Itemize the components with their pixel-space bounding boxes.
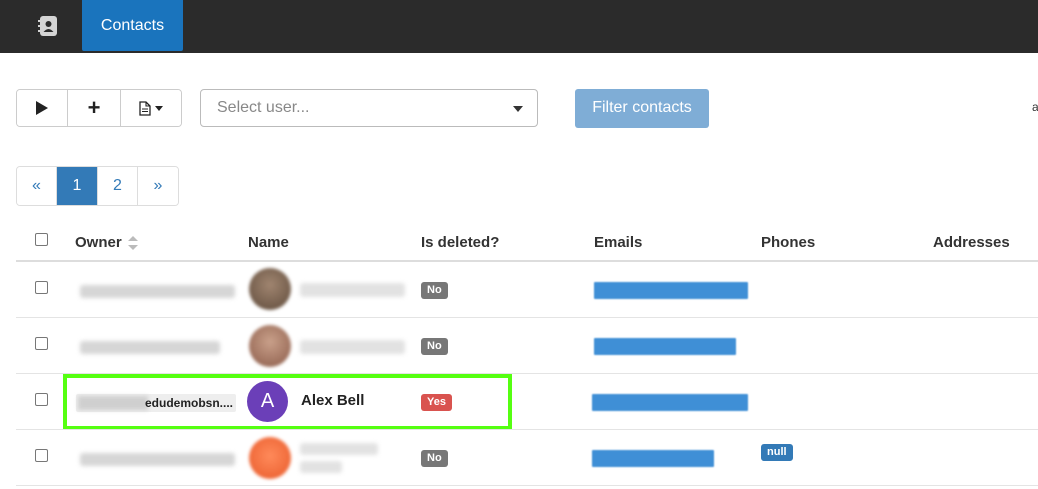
- name-redacted[interactable]: [300, 443, 378, 455]
- pagination: « 1 2 »: [16, 166, 179, 206]
- column-header-name: Name: [248, 234, 289, 251]
- email-redacted[interactable]: [592, 394, 748, 411]
- action-button-group: +: [16, 89, 182, 127]
- name-redacted[interactable]: [300, 283, 405, 297]
- row-checkbox[interactable]: [35, 393, 48, 406]
- contacts-book-icon[interactable]: [36, 14, 62, 38]
- column-header-owner[interactable]: Owner: [75, 234, 122, 251]
- row-divider: [16, 485, 1038, 486]
- table-header-divider: [16, 260, 1038, 262]
- status-badge: No: [421, 282, 448, 299]
- column-header-is-deleted: Is deleted?: [421, 234, 500, 251]
- chevron-down-icon: [513, 106, 523, 112]
- export-dropdown-button[interactable]: [121, 90, 181, 126]
- cut-off-text: a: [1032, 100, 1038, 114]
- row-divider: [16, 429, 1038, 430]
- highlight-box: [63, 374, 512, 430]
- filter-contacts-button[interactable]: Filter contacts: [575, 89, 709, 128]
- email-redacted[interactable]: [594, 338, 736, 355]
- column-header-phones: Phones: [761, 234, 816, 251]
- column-header-addresses: Addresses: [933, 234, 1010, 251]
- select-all-checkbox[interactable]: [35, 233, 48, 246]
- row-checkbox[interactable]: [35, 337, 48, 350]
- avatar: [249, 268, 291, 310]
- status-badge: No: [421, 450, 448, 467]
- email-redacted[interactable]: [592, 450, 714, 467]
- pagination-prev[interactable]: «: [17, 167, 57, 205]
- select-user-placeholder: Select user...: [217, 99, 310, 116]
- pagination-page-2[interactable]: 2: [98, 167, 138, 205]
- owner-redacted: [80, 285, 235, 298]
- avatar: [249, 437, 291, 479]
- sort-icon[interactable]: [128, 236, 138, 250]
- tab-contacts[interactable]: Contacts: [82, 0, 183, 51]
- owner-redacted: [80, 341, 220, 354]
- phone-null-badge: null: [761, 444, 793, 461]
- add-contact-button[interactable]: +: [68, 90, 121, 126]
- document-icon: [139, 100, 151, 116]
- email-redacted[interactable]: [594, 282, 748, 299]
- status-badge: No: [421, 338, 448, 355]
- pagination-next[interactable]: »: [138, 167, 178, 205]
- run-button[interactable]: [17, 90, 68, 126]
- column-header-emails: Emails: [594, 234, 643, 251]
- name-redacted: [300, 461, 342, 473]
- row-checkbox[interactable]: [35, 449, 48, 462]
- row-checkbox[interactable]: [35, 281, 48, 294]
- name-redacted[interactable]: [300, 340, 405, 354]
- play-icon: [36, 101, 48, 115]
- pagination-page-1[interactable]: 1: [57, 167, 98, 205]
- plus-icon: +: [87, 95, 101, 120]
- row-divider: [16, 317, 1038, 318]
- avatar: [249, 325, 291, 367]
- chevron-down-icon: [155, 105, 163, 111]
- top-navbar: Contacts: [0, 0, 1038, 53]
- owner-redacted: [80, 453, 235, 466]
- select-user-dropdown[interactable]: Select user...: [200, 89, 538, 127]
